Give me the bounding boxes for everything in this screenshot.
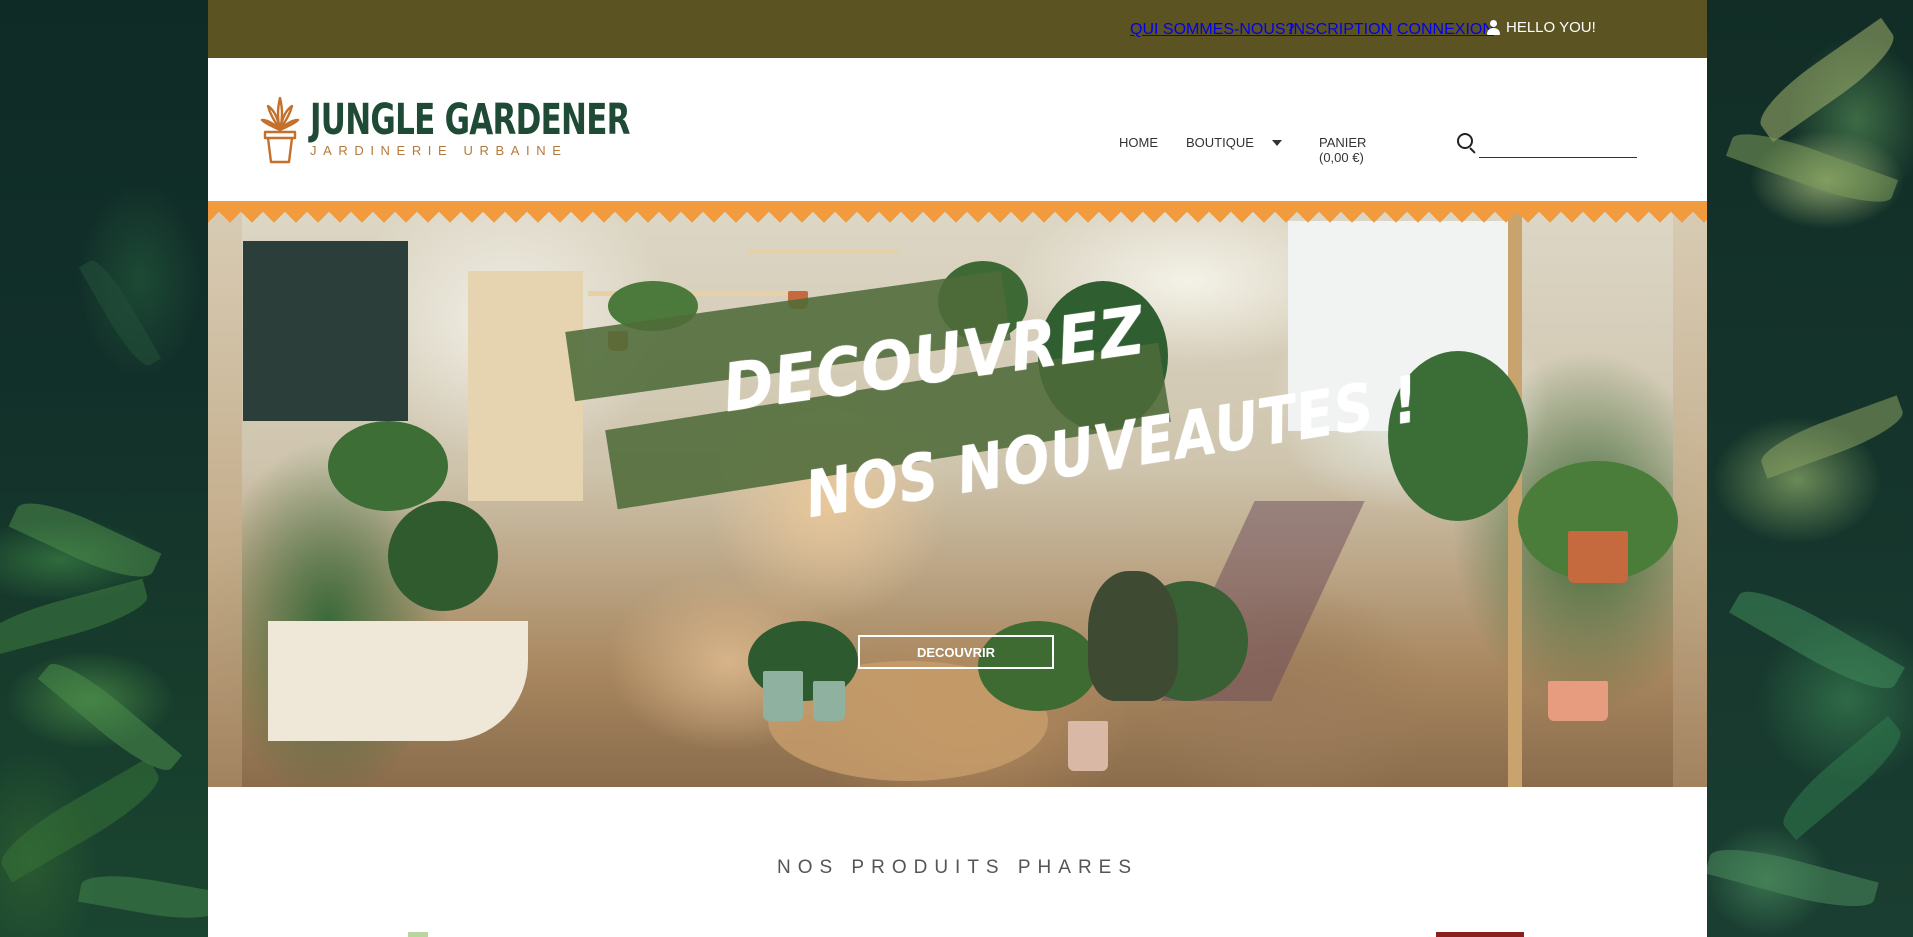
product-card[interactable] [1436,932,1524,937]
pot [813,681,845,721]
nav-cart[interactable]: PANIER (0,00 €) [1319,135,1366,165]
background-foliage-right [1707,0,1913,937]
nav-home[interactable]: HOME [1119,135,1158,150]
site-logo[interactable]: JUNGLE GARDENER JARDINERIE URBAINE [260,96,754,164]
account-greeting[interactable]: HELLO YOU! [1487,19,1596,36]
plant [388,501,498,611]
zigzag-border [208,201,1707,223]
page-container: QUI SOMMES-NOUS? INSCRIPTION CONNEXION H… [208,0,1707,937]
pot [763,671,803,721]
pot [1548,681,1608,721]
product-card[interactable] [408,932,428,937]
search-input[interactable] [1479,129,1637,158]
chevron-down-icon[interactable] [1272,140,1282,146]
hero-side-right [1673,201,1707,787]
hello-text: HELLO YOU! [1506,19,1596,36]
hero-side-left [208,201,242,787]
bamboo-pole [1508,201,1522,787]
potted-plant-logo-icon [260,96,300,164]
login-link[interactable]: CONNEXION [1397,21,1494,39]
background-foliage-left [0,0,208,937]
pot [1068,721,1108,771]
nav-shop[interactable]: BOUTIQUE [1186,135,1254,150]
logo-subtitle: JARDINERIE URBAINE [310,143,568,158]
logo-title: JUNGLE GARDENER [310,95,631,145]
hero-banner: DECOUVREZ NOS NOUVEAUTES ! DECOUVRIR [208,201,1707,787]
shelf [748,249,898,254]
discover-button[interactable]: DECOUVRIR [858,635,1054,669]
green-vase [1088,571,1178,701]
top-bar: QUI SOMMES-NOUS? INSCRIPTION CONNEXION H… [208,0,1707,58]
search-icon[interactable] [1457,133,1473,149]
featured-products-title: NOS PRODUITS PHARES [776,857,1139,878]
site-header: JUNGLE GARDENER JARDINERIE URBAINE HOME … [208,58,1707,201]
user-icon [1487,20,1500,35]
about-link[interactable]: QUI SOMMES-NOUS? [1130,21,1294,39]
counter [268,621,528,741]
tiled-wall [243,241,408,421]
signup-link[interactable]: INSCRIPTION [1289,21,1392,39]
plant [328,421,448,511]
seed-rack [468,271,583,501]
pot [1568,531,1628,583]
